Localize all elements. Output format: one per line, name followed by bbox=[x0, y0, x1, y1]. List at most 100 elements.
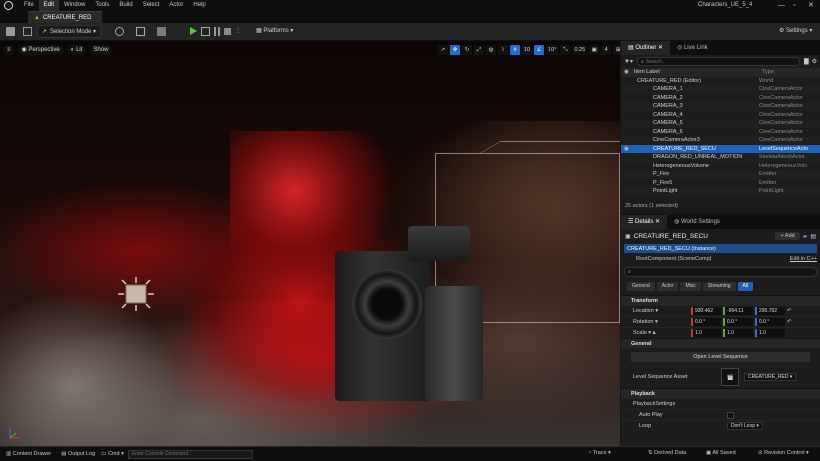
cmd-dropdown[interactable]: ▭ Cmd ▾ bbox=[101, 451, 124, 457]
location-label[interactable]: Location ▾ bbox=[621, 308, 691, 314]
trace-dropdown[interactable]: ◔ Trace ▾ bbox=[588, 450, 611, 456]
settings-dropdown[interactable]: ⚙ Settings ▾ bbox=[775, 25, 816, 38]
column-item-label[interactable]: Item Label bbox=[634, 68, 762, 77]
add-folder-icon[interactable]: ▇ bbox=[804, 58, 809, 65]
scale-y[interactable]: 1.0 bbox=[723, 329, 753, 337]
visibility-eye-icon[interactable]: ◉ bbox=[621, 145, 631, 154]
console-command-input[interactable]: Enter Console Command bbox=[127, 449, 253, 459]
scale-snap-value[interactable]: 0.25 bbox=[572, 45, 588, 55]
scale-z[interactable]: 1.0 bbox=[755, 329, 785, 337]
menu-window[interactable]: Window bbox=[59, 0, 90, 11]
auto-play-checkbox[interactable] bbox=[727, 411, 734, 419]
menu-tools[interactable]: Tools bbox=[90, 0, 114, 11]
level-tab[interactable]: ▲ CREATURE_RED bbox=[28, 11, 102, 23]
output-log-button[interactable]: ▤ Output Log bbox=[61, 451, 95, 457]
visibility-eye-icon[interactable] bbox=[621, 85, 631, 94]
visibility-eye-icon[interactable] bbox=[621, 162, 631, 171]
rotation-x[interactable]: 0.0 ° bbox=[691, 318, 721, 326]
camera-speed-value[interactable]: 4 bbox=[601, 45, 612, 55]
visibility-eye-icon[interactable] bbox=[621, 170, 631, 179]
minimize-icon[interactable]: — bbox=[778, 0, 785, 11]
rotate-tool-icon[interactable]: ↻ bbox=[462, 45, 472, 55]
playback-settings-row[interactable]: PlaybackSettings bbox=[621, 398, 820, 409]
outliner-row[interactable]: P_Fire5 Emitter bbox=[621, 179, 820, 188]
grid-snap-toggle[interactable]: # bbox=[510, 45, 520, 55]
menu-file[interactable]: File bbox=[19, 0, 39, 11]
pause-icon[interactable] bbox=[214, 27, 221, 36]
outliner-row[interactable]: CAMERA_5 CineCameraActor bbox=[621, 119, 820, 128]
add-content-icon[interactable] bbox=[115, 27, 125, 36]
tab-details[interactable]: ☰ Details ✕ bbox=[621, 215, 668, 229]
visibility-eye-icon[interactable] bbox=[621, 119, 631, 128]
cine-camera-monitor[interactable] bbox=[408, 226, 470, 261]
rotation-snap-value[interactable]: 10° bbox=[546, 45, 559, 55]
outliner-row[interactable]: PointLight PointLight bbox=[621, 187, 820, 196]
add-component-button[interactable]: + Add bbox=[775, 232, 800, 240]
show-button[interactable]: Show bbox=[89, 45, 113, 55]
outliner-row[interactable]: HeterogeneousVolume HeterogeneousVolu bbox=[621, 162, 820, 171]
select-tool-icon[interactable]: ➚ bbox=[438, 45, 448, 55]
stop-icon[interactable] bbox=[224, 28, 232, 35]
outliner-row[interactable]: CREATURE_RED (Editor) World bbox=[621, 77, 820, 86]
outliner-row[interactable]: CAMERA_3 CineCameraActor bbox=[621, 102, 820, 111]
maximize-icon[interactable]: ▫ bbox=[793, 0, 795, 11]
settings-icon[interactable]: ⚙ bbox=[812, 58, 817, 65]
outliner-row[interactable]: ◉ CREATURE_RED_SECU LevelSequenceActo bbox=[621, 144, 820, 154]
outliner-row[interactable]: DRAGON_RED_UNREAL_MOTION SkeletalMeshActo… bbox=[621, 153, 820, 162]
visibility-eye-icon[interactable] bbox=[621, 187, 631, 196]
menu-edit[interactable]: Edit bbox=[38, 0, 60, 11]
point-light-icon[interactable] bbox=[118, 277, 154, 311]
outliner-row[interactable]: CAMERA_1 CineCameraActor bbox=[621, 85, 820, 94]
rotation-snap-toggle[interactable]: ∠ bbox=[534, 45, 545, 55]
visibility-eye-icon[interactable] bbox=[621, 77, 631, 86]
location-x[interactable]: 930.462 bbox=[691, 307, 721, 315]
play-mode-icon[interactable] bbox=[201, 27, 211, 36]
level-sequence-thumbnail-icon[interactable]: 🎬︎ bbox=[721, 368, 739, 386]
translate-tool-icon[interactable]: ✥ bbox=[450, 45, 460, 55]
unreal-logo-icon[interactable] bbox=[4, 1, 13, 10]
camera-speed-icon[interactable]: ▣ bbox=[589, 45, 600, 55]
root-component-row[interactable]: RootComponent (SceneComp) Edit in C++ bbox=[624, 254, 817, 263]
more-play-icon[interactable]: ⋮ bbox=[235, 27, 244, 36]
outliner-search-input[interactable]: ⌕ Search... bbox=[636, 57, 800, 66]
location-y[interactable]: -964.11 bbox=[723, 307, 753, 315]
open-level-sequence-button[interactable]: Open Level Sequence bbox=[631, 352, 810, 362]
cine-camera-side[interactable] bbox=[425, 286, 483, 401]
scale-tool-icon[interactable]: ⤢ bbox=[474, 45, 484, 55]
blueprint-icon[interactable] bbox=[136, 27, 146, 36]
outliner-row[interactable]: CAMERA_6 CineCameraActor bbox=[621, 128, 820, 137]
column-type[interactable]: Type bbox=[762, 68, 817, 77]
tab-live-link[interactable]: ◎ Live Link bbox=[670, 41, 715, 55]
visibility-eye-icon[interactable] bbox=[621, 102, 631, 111]
filter-misc[interactable]: Misc bbox=[680, 281, 701, 291]
scale-x[interactable]: 1.0 bbox=[691, 329, 721, 337]
surface-snap-icon[interactable]: ⌇ bbox=[498, 45, 508, 55]
all-saved-button[interactable]: ▣ All Saved bbox=[706, 450, 736, 456]
edit-cpp-link[interactable]: Edit in C++ bbox=[790, 256, 817, 262]
outliner-row[interactable]: P_Fire Emitter bbox=[621, 170, 820, 179]
filter-actor[interactable]: Actor bbox=[656, 281, 679, 291]
filter-streaming[interactable]: Streaming bbox=[702, 281, 736, 291]
filter-all[interactable]: All bbox=[737, 281, 754, 291]
visibility-eye-icon[interactable] bbox=[621, 153, 631, 162]
playback-category[interactable]: Playback bbox=[621, 388, 820, 398]
blueprint-icon[interactable]: ▰ bbox=[803, 233, 808, 240]
visibility-eye-icon[interactable] bbox=[621, 94, 631, 103]
visibility-eye-icon[interactable] bbox=[621, 111, 631, 120]
viewport-options-button[interactable]: ≡ bbox=[3, 45, 15, 55]
lock-icon[interactable]: 🔒︎ bbox=[653, 330, 656, 336]
component-instance-row[interactable]: CREATURE_RED_SECU (Instance) bbox=[624, 244, 817, 253]
world-local-icon[interactable]: ◍ bbox=[486, 45, 496, 55]
visibility-eye-icon[interactable] bbox=[621, 136, 631, 145]
derived-data-button[interactable]: ⇅ Derived Data bbox=[648, 450, 686, 456]
save-icon[interactable] bbox=[6, 27, 15, 36]
reset-location-icon[interactable]: ↶ bbox=[787, 308, 792, 314]
grid-snap-value[interactable]: 10 bbox=[522, 45, 533, 55]
selection-mode-dropdown[interactable]: ➚ Selection Mode ▾ bbox=[37, 25, 102, 38]
transform-category[interactable]: Transform bbox=[621, 295, 820, 305]
scale-snap-toggle[interactable]: ⤡ bbox=[560, 45, 571, 55]
perspective-button[interactable]: ◉ Perspective bbox=[17, 45, 64, 55]
outliner-row[interactable]: CAMERA_4 CineCameraActor bbox=[621, 111, 820, 120]
rotation-z[interactable]: 0.0 ° bbox=[755, 318, 785, 326]
menu-actor[interactable]: Actor bbox=[164, 0, 188, 11]
